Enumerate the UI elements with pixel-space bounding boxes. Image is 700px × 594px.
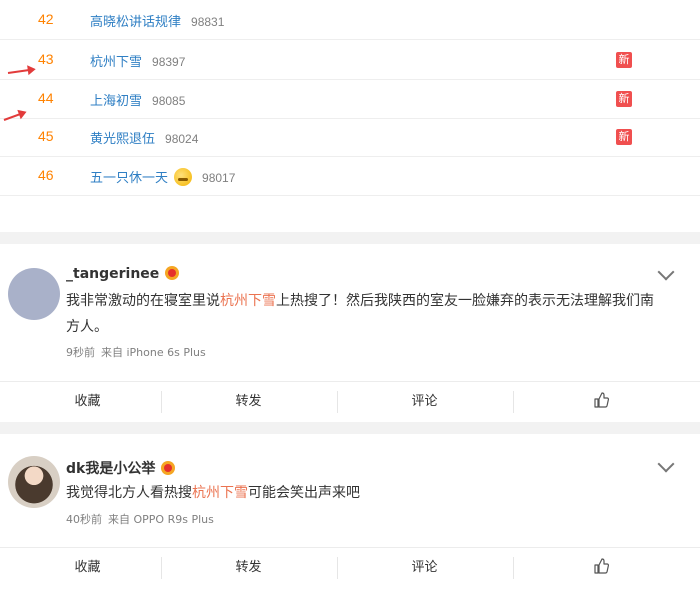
username[interactable]: dk我是小公举 <box>66 458 176 478</box>
weibo-post: _tangerinee 我非常激动的在寝室里说杭州下雪上热搜了！然后我陕西的室友… <box>0 244 700 422</box>
post-source: 来自 OPPO R9s Plus <box>108 513 214 526</box>
weibo-post: dk我是小公举 我觉得北方人看热搜杭州下雪可能会笑出声来吧 40秒前 来自 OPP… <box>0 434 700 594</box>
action-bar: 收藏 转发 评论 <box>0 381 700 421</box>
post-time[interactable]: 40秒前 <box>66 513 102 526</box>
post-source: 来自 iPhone 6s Plus <box>101 346 206 359</box>
rank-number: 45 <box>38 128 54 144</box>
like-button[interactable] <box>513 382 688 421</box>
rank-number: 44 <box>38 90 54 106</box>
search-count: 98017 <box>202 171 236 185</box>
favorite-button[interactable]: 收藏 <box>0 548 175 587</box>
favorite-button[interactable]: 收藏 <box>0 382 175 421</box>
post-meta: 40秒前 来自 OPPO R9s Plus <box>66 511 214 527</box>
topic-link[interactable]: 高晓松讲话规律 98831 <box>90 11 224 30</box>
chevron-down-icon[interactable] <box>657 455 675 473</box>
hot-search-row[interactable]: 45 黄光熙退伍 98024 新 <box>0 117 700 157</box>
comment-button[interactable]: 评论 <box>337 382 512 421</box>
repost-button[interactable]: 转发 <box>161 382 336 421</box>
hot-search-row[interactable]: 46 五一只休一天 98017 <box>0 156 700 196</box>
like-button[interactable] <box>513 548 688 587</box>
new-badge: 新 <box>616 52 632 68</box>
avatar[interactable] <box>8 268 60 320</box>
topic-link[interactable]: 五一只休一天 98017 <box>90 167 235 186</box>
vip-badge-icon <box>161 461 176 475</box>
topic-highlight-link[interactable]: 杭州下雪 <box>220 293 276 309</box>
avatar[interactable] <box>8 456 60 508</box>
hot-search-row[interactable]: 43 杭州下雪 98397 新 <box>0 40 700 80</box>
username[interactable]: _tangerinee <box>66 266 180 282</box>
search-count: 98397 <box>152 55 186 69</box>
hot-search-row[interactable]: 42 高晓松讲话规律 98831 <box>0 0 700 40</box>
emoji-icon <box>174 168 193 186</box>
rank-number: 46 <box>38 167 54 183</box>
new-badge: 新 <box>616 91 632 107</box>
new-badge: 新 <box>616 129 632 145</box>
hot-search-row[interactable]: 44 上海初雪 98085 新 <box>0 79 700 119</box>
post-content: 我觉得北方人看热搜杭州下雪可能会笑出声来吧 <box>66 485 360 501</box>
topic-link[interactable]: 上海初雪 98085 <box>90 90 185 109</box>
repost-button[interactable]: 转发 <box>161 548 336 587</box>
topic-highlight-link[interactable]: 杭州下雪 <box>192 485 248 501</box>
vip-badge-icon <box>165 266 180 280</box>
hot-search-list: 42 高晓松讲话规律 98831 43 杭州下雪 98397 新 44 上海初雪 98… <box>0 0 700 232</box>
topic-link[interactable]: 黄光熙退伍 98024 <box>90 128 198 147</box>
like-thumb-icon <box>593 558 609 574</box>
rank-number: 42 <box>38 11 54 27</box>
like-thumb-icon <box>593 392 609 408</box>
topic-link[interactable]: 杭州下雪 98397 <box>90 51 185 70</box>
search-count: 98085 <box>152 94 186 108</box>
search-count: 98024 <box>165 132 199 146</box>
action-bar: 收藏 转发 评论 <box>0 547 700 587</box>
comment-button[interactable]: 评论 <box>337 548 512 587</box>
post-meta: 9秒前 来自 iPhone 6s Plus <box>66 344 206 360</box>
chevron-down-icon[interactable] <box>657 263 675 281</box>
post-content: 我非常激动的在寝室里说杭州下雪上热搜了！然后我陕西的室友一脸嫌弃的表示无法理解我… <box>66 293 654 335</box>
search-count: 98831 <box>191 15 225 29</box>
rank-number: 43 <box>38 51 54 67</box>
post-time[interactable]: 9秒前 <box>66 346 95 359</box>
